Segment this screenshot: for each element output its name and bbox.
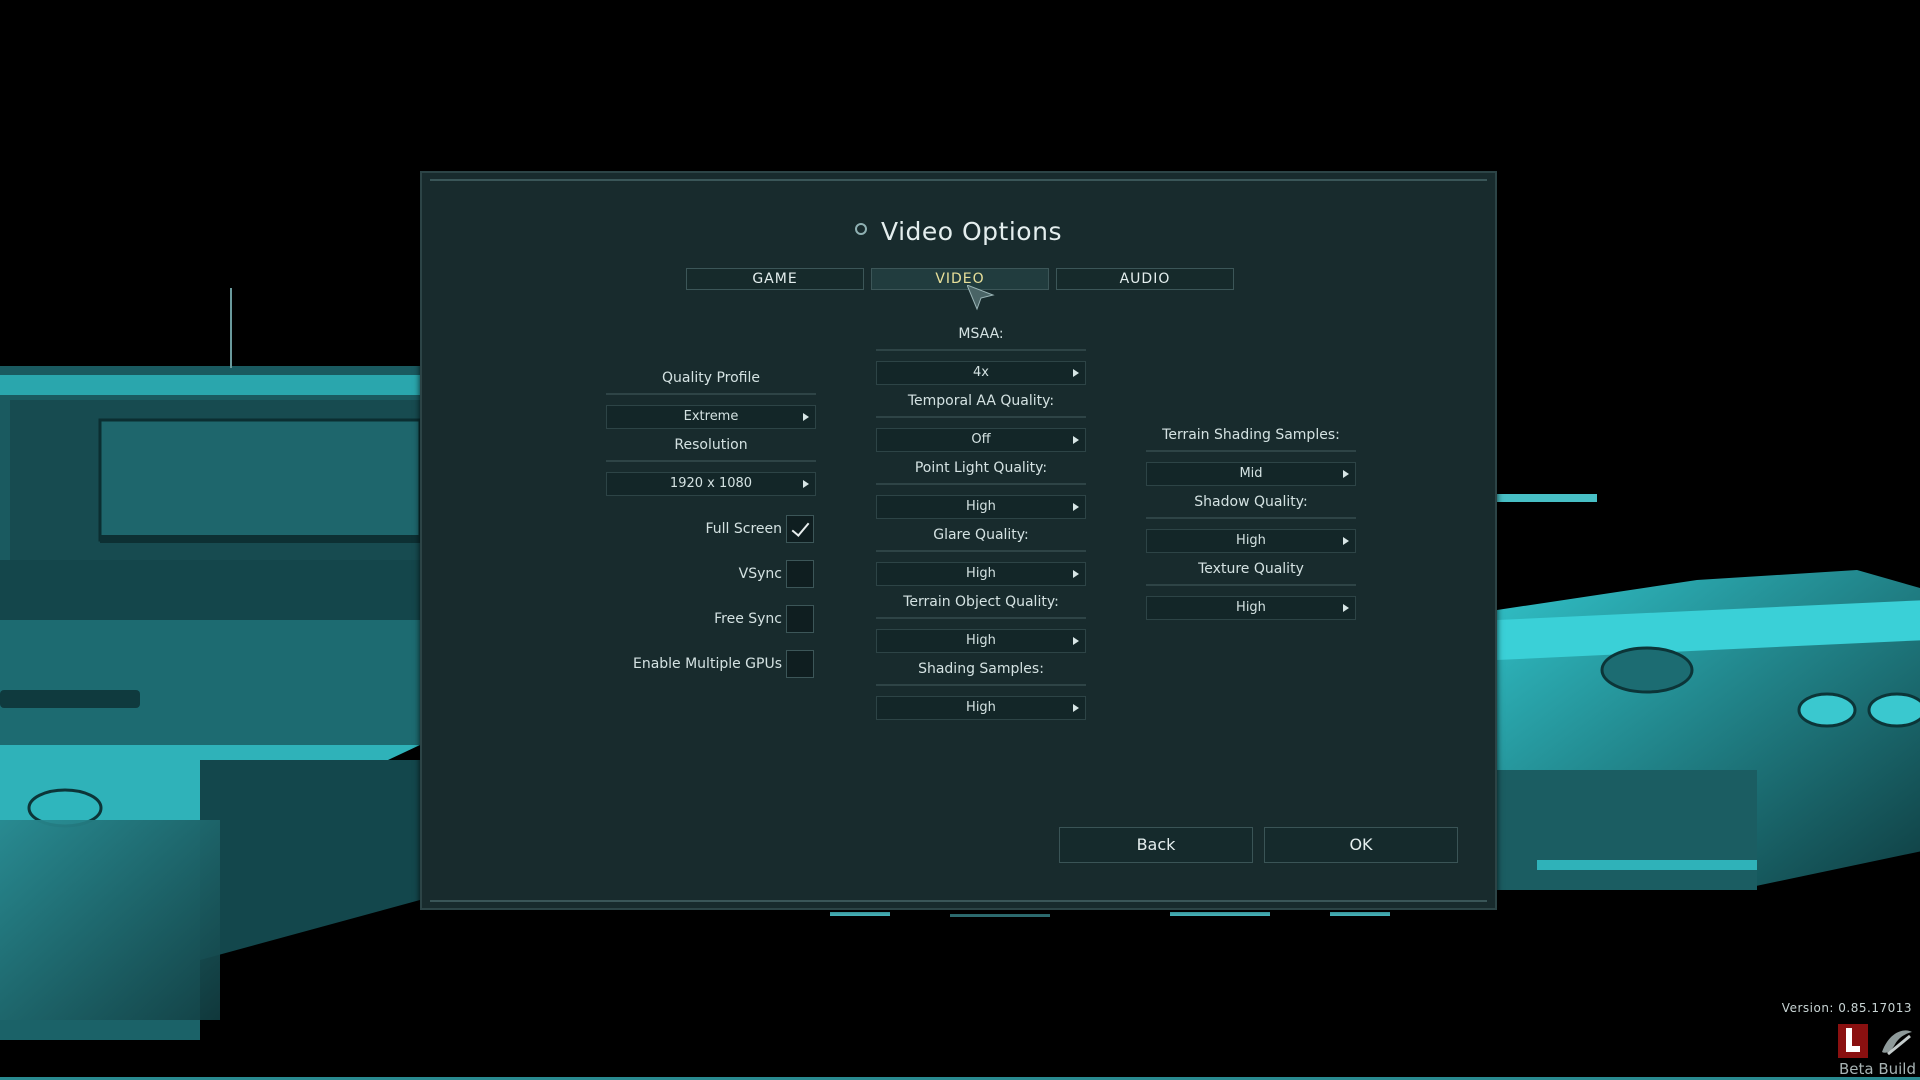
free-sync-checkbox[interactable] [786,605,814,633]
shadow-quality-dropdown[interactable]: High [1146,529,1356,553]
terrain-object-quality-label: Terrain Object Quality: [876,594,1086,619]
terrain-shading-samples-value: Mid [1239,466,1263,481]
vsync-label: VSync [738,566,782,582]
triangle-right-icon [1343,537,1349,545]
shading-samples-value: High [966,700,996,715]
point-light-quality-label: Point Light Quality: [876,460,1086,485]
quality-profile-value: Extreme [683,409,739,424]
background-machinery-right [1497,494,1920,890]
mouse-pointer-icon [967,285,995,311]
triangle-right-icon [1073,570,1079,578]
triangle-right-icon [1343,604,1349,612]
video-options-dialog: Video Options GAME VIDEO AUDIO Quality P… [420,171,1497,910]
glare-quality-label: Glare Quality: [876,527,1086,552]
resolution-value: 1920 x 1080 [669,476,753,491]
studio-logo-icon [1838,1024,1868,1058]
triangle-right-icon [1073,704,1079,712]
temporal-aa-quality-dropdown[interactable]: Off [876,428,1086,452]
ok-button[interactable]: OK [1264,827,1458,863]
triangle-right-icon [1343,470,1349,478]
version-text: Version: 0.85.17013 [1781,1001,1912,1015]
full-screen-label: Full Screen [705,521,782,537]
title-bar: Video Options [422,217,1495,246]
texture-quality-label: Texture Quality [1146,561,1356,586]
terrain-shading-samples-label: Terrain Shading Samples: [1146,427,1356,452]
triangle-right-icon [1073,369,1079,377]
game-logo-icon [1882,1030,1912,1056]
background-machinery-left [0,288,422,1040]
resolution-dropdown[interactable]: 1920 x 1080 [606,472,816,496]
gear-icon [855,222,868,235]
dialog-title: Video Options [881,217,1062,246]
triangle-right-icon [803,480,809,488]
glare-quality-dropdown[interactable]: High [876,562,1086,586]
tab-audio[interactable]: AUDIO [1056,268,1234,290]
terrain-object-quality-dropdown[interactable]: High [876,629,1086,653]
checkmark-icon [791,518,810,537]
shading-samples-dropdown[interactable]: High [876,696,1086,720]
texture-quality-dropdown[interactable]: High [1146,596,1356,620]
triangle-right-icon [803,413,809,421]
panel-bottom-rule [430,900,1487,902]
panel-top-rule [430,179,1487,181]
shading-samples-label: Shading Samples: [876,661,1086,686]
tab-video[interactable]: VIDEO [871,268,1049,290]
triangle-right-icon [1073,436,1079,444]
temporal-aa-quality-value: Off [971,432,991,447]
resolution-label: Resolution [606,437,816,462]
triangle-right-icon [1073,637,1079,645]
point-light-quality-value: High [966,499,996,514]
msaa-dropdown[interactable]: 4x [876,361,1086,385]
full-screen-checkbox[interactable] [786,515,814,543]
temporal-aa-quality-label: Temporal AA Quality: [876,393,1086,418]
texture-quality-value: High [1236,600,1266,615]
terrain-object-quality-value: High [966,633,996,648]
game-scene: Video Options GAME VIDEO AUDIO Quality P… [0,0,1920,1080]
msaa-value: 4x [973,365,989,380]
triangle-right-icon [1073,503,1079,511]
terrain-shading-samples-dropdown[interactable]: Mid [1146,462,1356,486]
shadow-quality-label: Shadow Quality: [1146,494,1356,519]
shadow-quality-value: High [1236,533,1266,548]
free-sync-label: Free Sync [714,611,782,627]
msaa-label: MSAA: [876,326,1086,351]
tab-game[interactable]: GAME [686,268,864,290]
quality-profile-label: Quality Profile [606,370,816,395]
enable-multiple-gpus-checkbox[interactable] [786,650,814,678]
glare-quality-value: High [966,566,996,581]
build-label: Beta Build [1838,1060,1916,1078]
vsync-checkbox[interactable] [786,560,814,588]
enable-multiple-gpus-label: Enable Multiple GPUs [632,656,782,672]
back-button[interactable]: Back [1059,827,1253,863]
point-light-quality-dropdown[interactable]: High [876,495,1086,519]
quality-profile-dropdown[interactable]: Extreme [606,405,816,429]
background-machinery-bottom [830,912,1390,917]
